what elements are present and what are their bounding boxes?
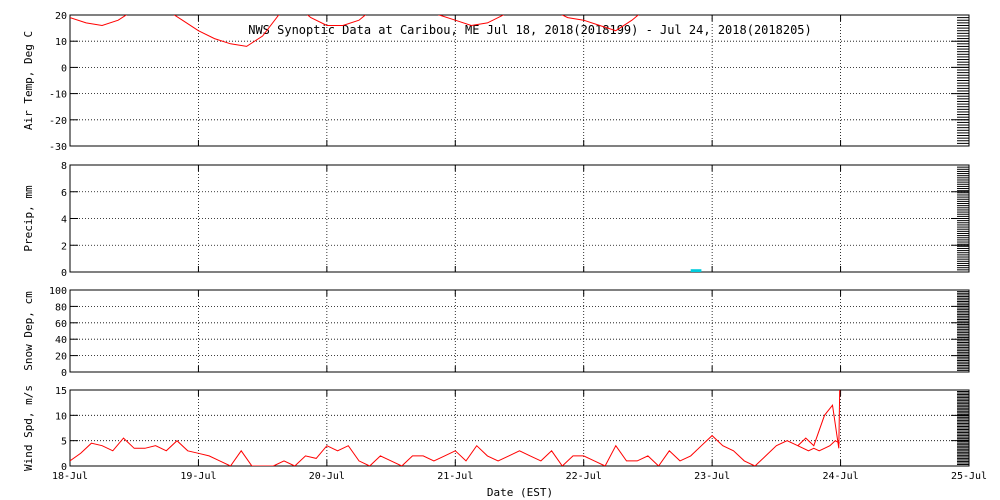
x-axis-label: Date (EST) <box>487 486 553 499</box>
y-axis-label: Snow Dep, cm <box>22 291 35 371</box>
x-tick-label: 19-Jul <box>180 471 216 482</box>
panel-4: 051015Wind Spd, m/s18-Jul 19-Jul 20-Jul 21-… <box>22 385 987 482</box>
x-tick-label: 23-Jul <box>694 471 730 482</box>
y-tick-label: 100 <box>49 286 67 297</box>
y-tick-label: 10 <box>55 411 67 422</box>
x-tick-label: 18-Jul <box>52 471 88 482</box>
y-tick-label: -30 <box>49 142 67 153</box>
x-tick-label: 20-Jul <box>309 471 345 482</box>
y-tick-label: 6 <box>61 188 67 199</box>
y-tick-label: 0 <box>61 268 67 279</box>
y-tick-label: 8 <box>61 161 67 172</box>
y-tick-label: 2 <box>61 241 67 252</box>
panel-2: 0 2 4 6 8 Precip, mm <box>22 161 970 279</box>
y-tick-label: 0 <box>61 368 67 379</box>
y-tick-label: 40 <box>55 335 67 346</box>
chart-panels: -30 -20 -10 0 10 20 Air Temp, Deg C 0 2 4 6 8 Precip… <box>22 11 987 482</box>
x-tick-label: 25-Jul <box>951 471 987 482</box>
y-tick-label: 10 <box>55 37 67 48</box>
y-tick-label: 20 <box>55 352 67 363</box>
x-tick-label: 22-Jul <box>566 471 602 482</box>
panel-frame <box>69 164 970 273</box>
y-tick-label: 80 <box>55 302 67 313</box>
y-tick-label: 60 <box>55 319 67 330</box>
y-tick-label: 0 <box>61 63 67 74</box>
y-tick-label: 5 <box>61 437 67 448</box>
y-tick-label: 4 <box>61 215 67 226</box>
x-tick-label: 21-Jul <box>437 471 473 482</box>
panel-frame <box>69 289 970 373</box>
y-tick-label: 20 <box>55 11 67 22</box>
x-tick-label: 24-Jul <box>823 471 859 482</box>
synoptic-chart: NWS Synoptic Data at Caribou, ME Jul 18,… <box>22 11 987 499</box>
y-tick-label: -10 <box>49 90 67 101</box>
y-axis-label: Precip, mm <box>22 185 35 252</box>
y-tick-label: -20 <box>49 116 67 127</box>
panel-3: 0 20 40 60 80 100 Snow Dep, cm <box>22 286 970 379</box>
y-axis-label: Air Temp, Deg C <box>22 31 35 130</box>
series-line-tail <box>797 390 841 449</box>
y-axis-label: Wind Spd, m/s <box>22 385 35 471</box>
y-tick-label: 15 <box>55 386 67 397</box>
